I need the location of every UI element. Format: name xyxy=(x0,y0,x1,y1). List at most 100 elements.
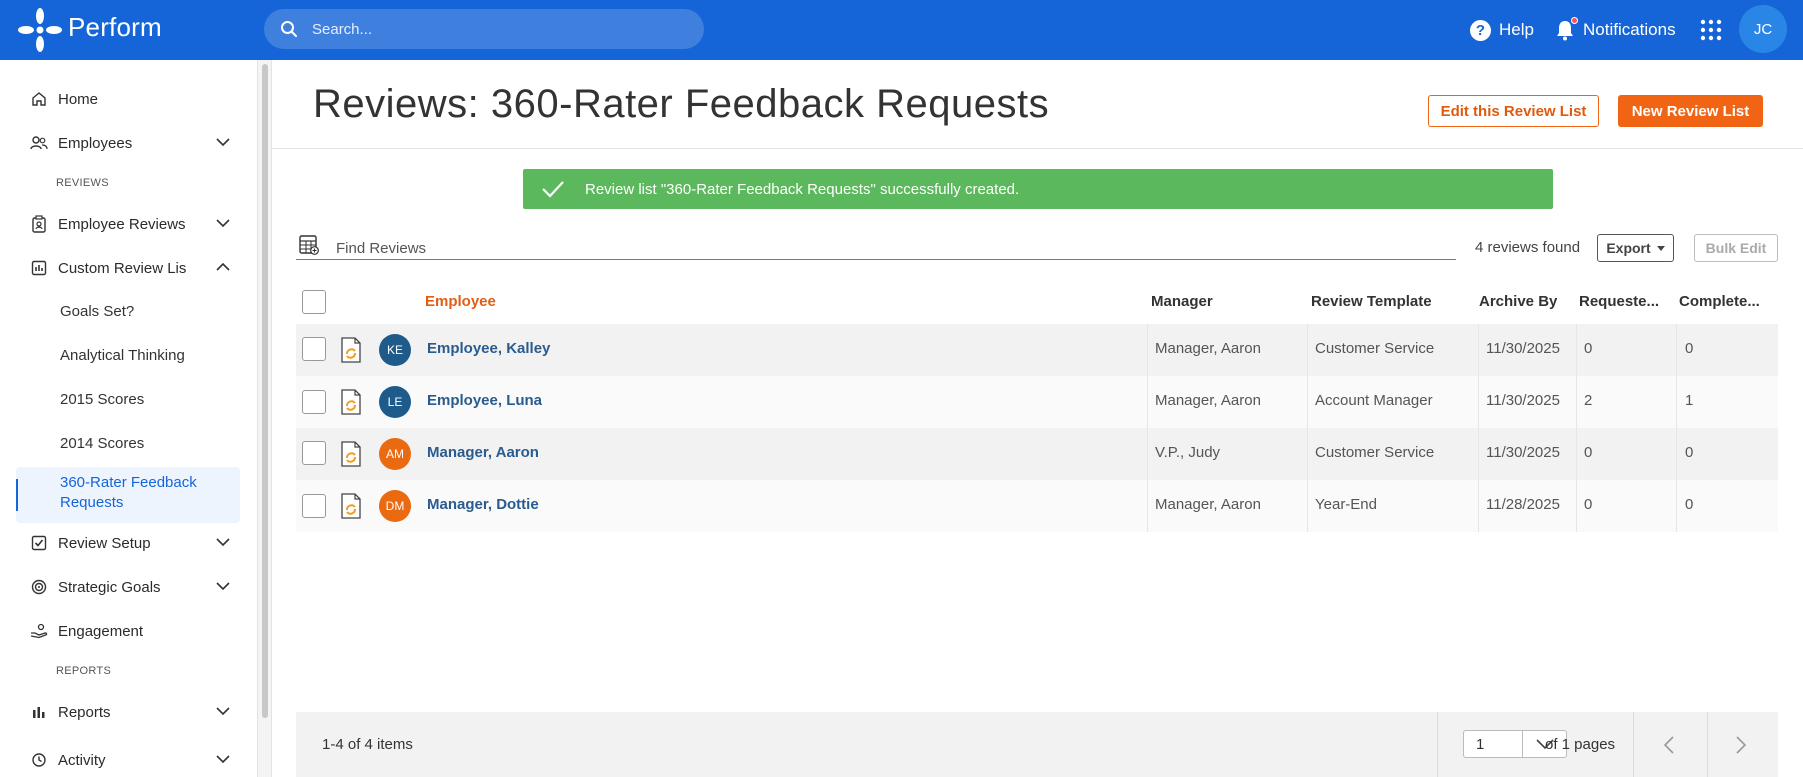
chevron-up-icon[interactable] xyxy=(216,262,230,272)
next-page-button[interactable] xyxy=(1728,732,1754,758)
bar-chart-icon xyxy=(30,703,48,721)
table-row[interactable]: AM Manager, Aaron V.P., Judy Customer Se… xyxy=(296,428,1778,480)
review-document-icon[interactable] xyxy=(340,441,362,467)
chevron-down-icon[interactable] xyxy=(216,537,230,547)
sidebar-item-review-setup[interactable]: Review Setup xyxy=(30,529,230,557)
template-cell: Customer Service xyxy=(1315,340,1435,357)
help-icon: ? xyxy=(1470,19,1491,41)
chevron-down-icon[interactable] xyxy=(216,137,230,147)
total-pages: of 1 pages xyxy=(1545,736,1616,753)
top-bar: Perform ? Help Notifications JC xyxy=(0,0,1803,60)
column-divider xyxy=(1307,480,1308,532)
notifications-link[interactable]: Notifications xyxy=(1555,17,1676,43)
search-input[interactable] xyxy=(312,9,692,49)
sidebar-item-reports[interactable]: Reports xyxy=(30,698,230,726)
find-underline xyxy=(296,259,1456,260)
row-checkbox[interactable] xyxy=(302,441,326,465)
chevron-down-icon[interactable] xyxy=(216,218,230,228)
sidebar-scrollbar[interactable] xyxy=(262,64,268,718)
reviews-found-count: 4 reviews found xyxy=(1475,239,1581,256)
template-cell: Year-End xyxy=(1315,496,1377,513)
column-header-manager[interactable]: Manager xyxy=(1151,293,1213,310)
sidebar-item-employee-reviews[interactable]: Employee Reviews xyxy=(30,210,230,238)
column-divider xyxy=(1576,376,1577,428)
search-icon xyxy=(281,21,297,37)
completed-cell: 0 xyxy=(1685,496,1694,513)
column-header-completed[interactable]: Complete... xyxy=(1679,293,1775,310)
sidebar-item-home[interactable]: Home xyxy=(30,85,230,113)
employee-name-link[interactable]: Manager, Dottie xyxy=(427,496,539,513)
column-divider xyxy=(1478,376,1479,428)
sidebar-item-strategic-goals[interactable]: Strategic Goals xyxy=(30,573,230,601)
toast-message: Review list "360-Rater Feedback Requests… xyxy=(585,180,1020,198)
column-header-requested[interactable]: Requeste... xyxy=(1579,293,1669,310)
sidebar-item-custom-review-lists[interactable]: Custom Review Lis xyxy=(30,254,230,282)
header-divider xyxy=(272,148,1803,149)
avatar: LE xyxy=(379,386,411,418)
sidebar-subitem-analytical-thinking[interactable]: Analytical Thinking xyxy=(60,347,185,364)
column-header-archive-by[interactable]: Archive By xyxy=(1479,293,1557,310)
bulk-edit-button[interactable]: Bulk Edit xyxy=(1694,234,1778,262)
pager-divider xyxy=(1633,712,1634,777)
column-divider xyxy=(1576,480,1577,532)
sidebar-item-activity[interactable]: Activity xyxy=(30,746,230,774)
sidebar-item-employees[interactable]: Employees xyxy=(30,129,230,157)
sidebar-nav: Home Employees REVIEWS Employee Reviews … xyxy=(0,60,258,777)
employee-name-link[interactable]: Employee, Kalley xyxy=(427,340,550,357)
help-link[interactable]: ? Help xyxy=(1470,17,1534,43)
people-icon xyxy=(30,134,48,152)
checklist-icon xyxy=(30,534,48,552)
table-row[interactable]: LE Employee, Luna Manager, Aaron Account… xyxy=(296,376,1778,428)
review-document-icon[interactable] xyxy=(340,337,362,363)
export-button[interactable]: Export xyxy=(1597,234,1674,262)
employee-name-link[interactable]: Manager, Aaron xyxy=(427,444,539,461)
review-document-icon[interactable] xyxy=(340,389,362,415)
requested-cell: 0 xyxy=(1584,444,1593,461)
pager-divider xyxy=(1437,712,1438,777)
archive-cell: 11/30/2025 xyxy=(1486,444,1560,461)
chevron-down-icon[interactable] xyxy=(216,754,230,764)
section-label-reviews: REVIEWS xyxy=(56,177,109,189)
sidebar-subitem-2015-scores[interactable]: 2015 Scores xyxy=(60,391,144,408)
row-checkbox[interactable] xyxy=(302,337,326,361)
app-grid-icon[interactable] xyxy=(1700,19,1722,41)
previous-page-button[interactable] xyxy=(1656,732,1682,758)
chevron-down-icon[interactable] xyxy=(216,706,230,716)
target-icon xyxy=(30,578,48,596)
employee-name-link[interactable]: Employee, Luna xyxy=(427,392,542,409)
global-search[interactable] xyxy=(264,9,704,49)
column-divider xyxy=(1147,480,1148,532)
sidebar-subitem-2014-scores[interactable]: 2014 Scores xyxy=(60,435,144,452)
sidebar-item-label: Review Setup xyxy=(58,534,151,552)
table-row[interactable]: DM Manager, Dottie Manager, Aaron Year-E… xyxy=(296,480,1778,532)
section-label-reports: REPORTS xyxy=(56,665,112,677)
column-divider xyxy=(1478,428,1479,480)
select-all-checkbox[interactable] xyxy=(302,290,326,314)
row-checkbox[interactable] xyxy=(302,494,326,518)
sidebar-subitem-360-rater-feedback-requests[interactable]: 360-Rater Feedback Requests xyxy=(16,467,240,523)
column-divider xyxy=(1576,428,1577,480)
chevron-down-icon[interactable] xyxy=(216,581,230,591)
edit-review-list-button[interactable]: Edit this Review List xyxy=(1428,95,1599,127)
spreadsheet-icon[interactable] xyxy=(298,234,320,256)
find-reviews-input[interactable] xyxy=(336,236,1456,260)
perform-logo-icon[interactable] xyxy=(16,6,64,54)
sidebar-subitem-goals-set[interactable]: Goals Set? xyxy=(60,303,134,320)
notification-dot xyxy=(1571,17,1578,24)
table-row[interactable]: KE Employee, Kalley Manager, Aaron Custo… xyxy=(296,324,1778,376)
column-header-review-template[interactable]: Review Template xyxy=(1311,293,1432,310)
column-header-employee[interactable]: Employee xyxy=(425,293,496,310)
review-document-icon[interactable] xyxy=(340,493,362,519)
report-chart-icon xyxy=(30,259,48,277)
row-checkbox[interactable] xyxy=(302,390,326,414)
clipboard-icon xyxy=(30,215,48,233)
manager-cell: Manager, Aaron xyxy=(1155,340,1261,357)
user-avatar[interactable]: JC xyxy=(1739,5,1787,53)
page-title: Reviews: 360-Rater Feedback Requests xyxy=(313,82,1050,126)
template-cell: Customer Service xyxy=(1315,444,1435,461)
new-review-list-button[interactable]: New Review List xyxy=(1618,95,1763,127)
brand-name[interactable]: Perform xyxy=(68,12,162,43)
template-cell: Account Manager xyxy=(1315,392,1433,409)
column-divider xyxy=(1307,324,1308,376)
sidebar-item-engagement[interactable]: Engagement xyxy=(30,617,230,645)
